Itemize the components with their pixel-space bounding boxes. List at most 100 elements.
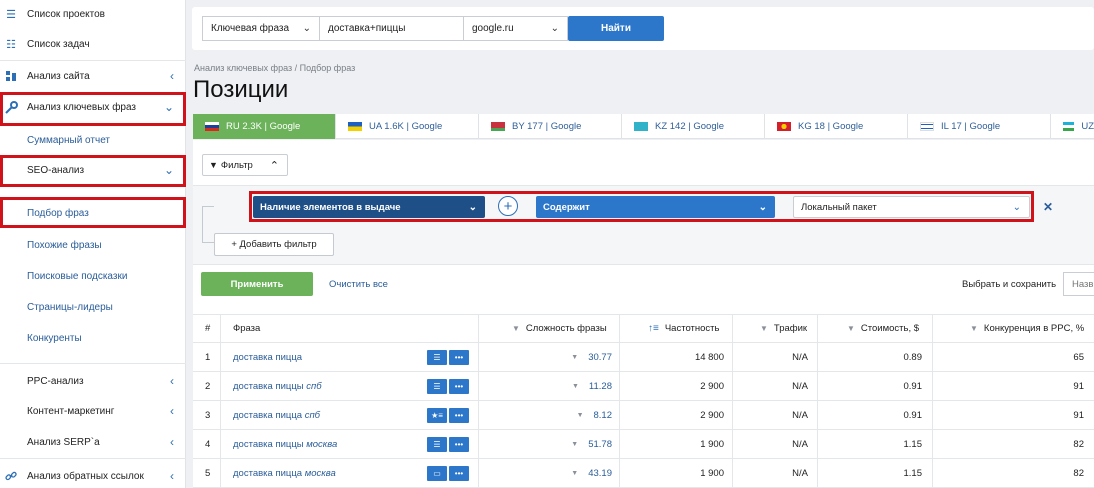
sidebar-item-seo-analysis[interactable]: SEO-анализ ⌄ bbox=[0, 156, 186, 184]
competition-value: 91 bbox=[1073, 409, 1084, 421]
phrase-link[interactable]: доставка пиццы москва bbox=[233, 430, 337, 458]
col-phrase[interactable]: Фраза bbox=[233, 315, 260, 342]
phrase-link[interactable]: доставка пицца спб bbox=[233, 401, 320, 429]
col-divider bbox=[220, 401, 221, 429]
menu-icon: ☰ bbox=[6, 8, 16, 21]
more-icon[interactable]: ••• bbox=[449, 350, 469, 365]
col-divider bbox=[619, 459, 620, 487]
chevron-down-icon: ⌄ bbox=[1012, 201, 1021, 213]
search-button[interactable]: Найти bbox=[568, 16, 664, 41]
tab-kz[interactable]: KZ 142 | Google bbox=[622, 114, 765, 139]
chevron-left-icon: ‹ bbox=[170, 469, 174, 483]
col-divider bbox=[478, 315, 479, 342]
col-divider bbox=[817, 430, 818, 458]
ua-flag-icon bbox=[348, 122, 362, 131]
filter-area: Наличие элементов в выдаче ⌄ + Содержит … bbox=[193, 185, 1094, 265]
frequency-value: 1 900 bbox=[700, 438, 724, 450]
more-icon[interactable]: ••• bbox=[449, 466, 469, 481]
table-header: # Фраза ▼ Сложность фразы ↑≡ Частотность… bbox=[193, 314, 1094, 343]
sort-icon: ▼ bbox=[512, 324, 520, 333]
sidebar-item-keyword-analysis[interactable]: Анализ ключевых фраз ⌄ bbox=[0, 93, 186, 121]
add-filter-button[interactable]: + Добавить фильтр bbox=[214, 233, 334, 256]
chevron-down-icon: ⌄ bbox=[468, 201, 477, 213]
col-divider bbox=[932, 401, 933, 429]
tab-ua[interactable]: UA 1.6K | Google bbox=[336, 114, 479, 139]
key-icon bbox=[4, 100, 18, 114]
col-divider bbox=[732, 430, 733, 458]
col-competition[interactable]: ▼ Конкуренция в PPC, % bbox=[970, 315, 1084, 342]
col-divider bbox=[817, 459, 818, 487]
tab-uz[interactable]: UZ bbox=[1051, 114, 1094, 139]
more-icon[interactable]: ••• bbox=[449, 408, 469, 423]
col-cost[interactable]: ▼ Стоимость, $ bbox=[847, 315, 919, 342]
difficulty-value: ▼ 43.19 bbox=[571, 467, 612, 479]
filter-toggle-button[interactable]: ▼ Фильтр ⌃ bbox=[202, 154, 288, 176]
sidebar-item-competitors[interactable]: Конкуренты bbox=[0, 324, 186, 352]
save-filter-input[interactable] bbox=[1063, 272, 1094, 296]
col-divider bbox=[220, 430, 221, 458]
by-flag-icon bbox=[491, 122, 505, 131]
caret-down-icon: ▼ bbox=[571, 353, 579, 361]
sidebar-item-content-marketing[interactable]: Контент-маркетинг ‹ bbox=[0, 397, 186, 425]
sidebar-item-leader-pages[interactable]: Страницы-лидеры bbox=[0, 293, 186, 321]
tab-ru[interactable]: RU 2.3K | Google bbox=[193, 114, 336, 139]
col-divider bbox=[619, 372, 620, 400]
col-divider bbox=[932, 315, 933, 342]
ru-flag-icon bbox=[205, 122, 219, 131]
filter-operator-select[interactable]: Содержит ⌄ bbox=[536, 196, 775, 218]
cost-value: 0.91 bbox=[903, 409, 923, 421]
traffic-value: N/A bbox=[792, 351, 808, 363]
col-difficulty[interactable]: ▼ Сложность фразы bbox=[512, 315, 607, 342]
traffic-value: N/A bbox=[792, 467, 808, 479]
col-divider bbox=[732, 343, 733, 371]
cost-value: 1.15 bbox=[903, 438, 923, 450]
comment-icon[interactable]: ▭ bbox=[427, 466, 447, 481]
chevron-left-icon: ‹ bbox=[170, 435, 174, 449]
competition-value: 82 bbox=[1073, 438, 1084, 450]
sidebar-item-search-suggestions[interactable]: Поисковые подсказки bbox=[0, 262, 186, 290]
close-icon[interactable]: ✕ bbox=[1043, 200, 1053, 214]
chevron-left-icon: ‹ bbox=[170, 69, 174, 83]
phrase-link[interactable]: доставка пицца bbox=[233, 343, 305, 371]
search-type-select[interactable]: Ключевая фраза ⌄ bbox=[202, 16, 320, 41]
page-title: Позиции bbox=[193, 76, 289, 103]
tab-kg[interactable]: KG 18 | Google bbox=[765, 114, 908, 139]
col-divider bbox=[732, 401, 733, 429]
list-icon[interactable]: ☰ bbox=[427, 350, 447, 365]
sidebar-item-tasks[interactable]: ☷ Список задач bbox=[0, 30, 186, 58]
traffic-value: N/A bbox=[792, 438, 808, 450]
list-icon[interactable]: ☰ bbox=[427, 379, 447, 394]
sidebar-item-site-analysis[interactable]: Анализ сайта ‹ bbox=[0, 62, 186, 90]
search-input[interactable]: доставка+пиццы bbox=[320, 16, 464, 41]
more-icon[interactable]: ••• bbox=[449, 437, 469, 452]
more-icon[interactable]: ••• bbox=[449, 379, 469, 394]
tab-il[interactable]: IL 17 | Google bbox=[908, 114, 1051, 139]
phrase-link[interactable]: доставка пицца москва bbox=[233, 459, 336, 487]
filter-value-select[interactable]: Локальный пакет ⌄ bbox=[793, 196, 1030, 218]
col-divider bbox=[817, 315, 818, 342]
sidebar-item-phrase-selection[interactable]: Подбор фраз bbox=[0, 199, 186, 227]
col-divider bbox=[732, 315, 733, 342]
sidebar-item-ppc-analysis[interactable]: PPC-анализ ‹ bbox=[0, 367, 186, 395]
tab-by[interactable]: BY 177 | Google bbox=[479, 114, 622, 139]
sidebar: ☰ Список проектов ☷ Список задач Анализ … bbox=[0, 0, 186, 488]
sidebar-item-backlinks[interactable]: Анализ обратных ссылок ‹ bbox=[0, 462, 186, 488]
add-condition-icon[interactable]: + bbox=[498, 196, 518, 216]
clear-all-link[interactable]: Очистить все bbox=[329, 279, 388, 290]
apply-button[interactable]: Применить bbox=[201, 272, 313, 296]
col-divider bbox=[932, 343, 933, 371]
star-list-icon[interactable]: ★≡ bbox=[427, 408, 447, 423]
filter-field-select[interactable]: Наличие элементов в выдаче ⌄ bbox=[253, 196, 485, 218]
list-icon[interactable]: ☰ bbox=[427, 437, 447, 452]
sidebar-item-similar-phrases[interactable]: Похожие фразы bbox=[0, 231, 186, 259]
sidebar-item-serp-analysis[interactable]: Анализ SERP`а ‹ bbox=[0, 428, 186, 456]
sidebar-item-summary[interactable]: Суммарный отчет bbox=[0, 126, 186, 154]
breadcrumb: Анализ ключевых фраз / Подбор фраз bbox=[194, 63, 356, 73]
search-engine-select[interactable]: google.ru ⌄ bbox=[464, 16, 568, 41]
sidebar-item-projects[interactable]: ☰ Список проектов bbox=[0, 0, 186, 28]
col-traffic[interactable]: ▼ Трафик bbox=[760, 315, 807, 342]
cost-value: 0.91 bbox=[903, 380, 923, 392]
col-frequency[interactable]: ↑≡ Частотность bbox=[648, 315, 719, 342]
phrase-link[interactable]: доставка пиццы спб bbox=[233, 372, 322, 400]
kz-flag-icon bbox=[634, 122, 648, 131]
